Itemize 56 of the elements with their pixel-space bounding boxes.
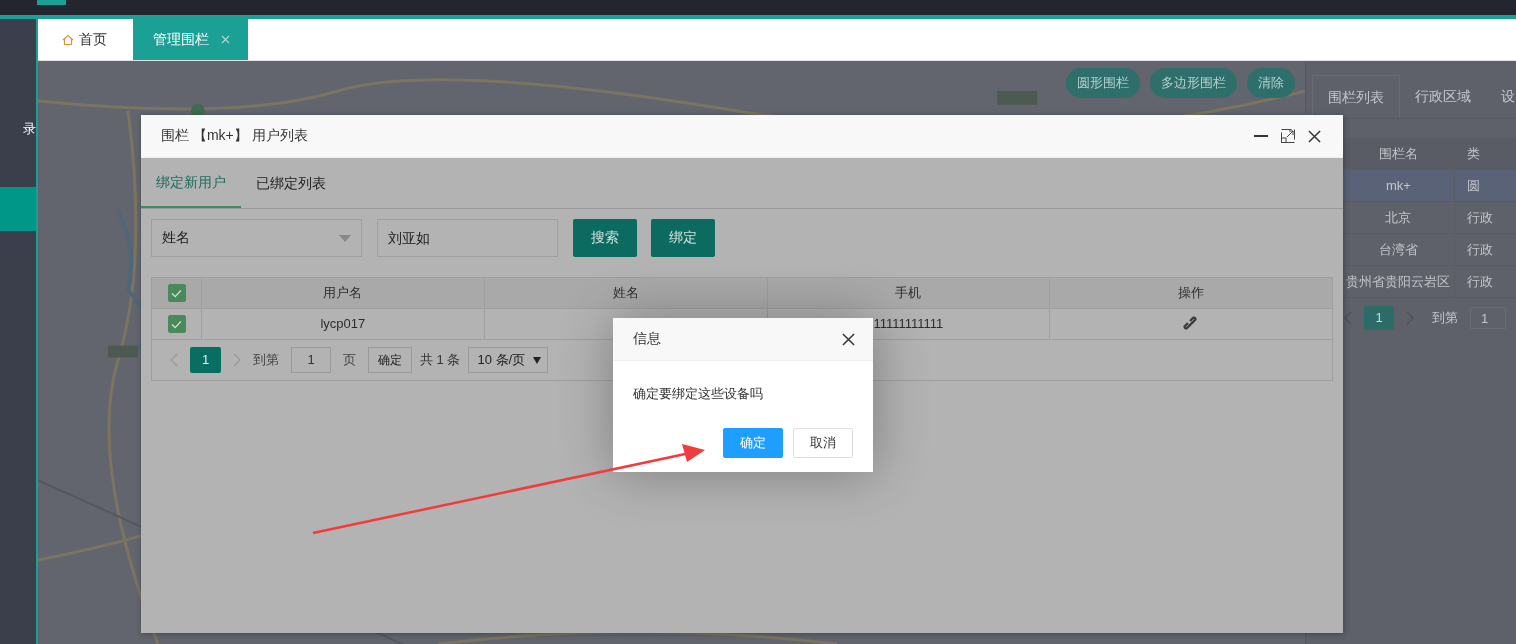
page-input[interactable]: 1 <box>1470 307 1506 329</box>
chevron-right-icon[interactable] <box>233 353 241 367</box>
panel-tab[interactable]: 行政区域 <box>1400 75 1486 118</box>
map-tool-button[interactable]: 清除 <box>1247 68 1295 98</box>
table-cell-text: 行政 <box>1466 209 1494 227</box>
column-header: 类 <box>1466 145 1481 163</box>
table-cell-text: 行政 <box>1466 273 1494 291</box>
chevron-left-icon[interactable] <box>170 353 178 367</box>
table-cell-text: 圆 <box>1466 177 1481 195</box>
page-number[interactable]: 1 <box>1364 306 1394 330</box>
dialog-button[interactable]: 取消 <box>793 428 853 458</box>
goto-label: 到第 <box>253 351 279 369</box>
dialog-message: 确定要绑定这些设备吗 <box>632 385 764 403</box>
panel-tab[interactable]: 设 <box>1486 75 1515 118</box>
table-cell-text: 行政 <box>1466 241 1494 259</box>
checkbox[interactable] <box>167 315 186 333</box>
modal-tab[interactable]: 已绑定列表 <box>241 158 341 208</box>
field-select[interactable]: 姓名 <box>151 219 362 257</box>
page-size-select[interactable]: 10 条/页 <box>468 347 549 373</box>
column-header: 手机 <box>767 278 1051 308</box>
sidebar-item[interactable]: 录 <box>0 119 36 139</box>
dropdown-icon <box>339 234 351 242</box>
column-header: 用户名 <box>202 278 485 308</box>
modal-tab[interactable]: 绑定新用户 <box>141 158 241 208</box>
column-header: 姓名 <box>484 278 768 308</box>
total-count: 共 1 条 <box>420 351 461 369</box>
page-number[interactable]: 1 <box>190 347 221 373</box>
home-icon <box>62 33 74 46</box>
column-header: 操作 <box>1177 284 1206 302</box>
table-cell: lycp017 <box>202 309 485 339</box>
checkbox[interactable] <box>167 284 186 302</box>
panel-tab[interactable]: 围栏列表 <box>1312 75 1400 118</box>
dialog-button[interactable]: 确定 <box>723 428 783 458</box>
search-field[interactable]: 刘亚如 <box>377 219 558 257</box>
page-tab[interactable]: 首页 <box>38 19 133 60</box>
table-row[interactable]: mk+ 圆 <box>1343 170 1516 202</box>
page-tab[interactable]: 管理围栏 <box>133 19 248 60</box>
page-label: 页 <box>343 351 356 369</box>
page-input[interactable]: 1 <box>291 347 331 373</box>
checkmark-icon <box>171 288 182 298</box>
map-tool-button[interactable]: 多边形围栏 <box>1150 68 1237 98</box>
map-tool-button[interactable]: 圆形围栏 <box>1066 68 1140 98</box>
confirm-button[interactable]: 确定 <box>368 347 412 373</box>
modal-title: 围栏 【mk+】 用户列表 <box>161 127 308 145</box>
dialog-title: 信息 <box>633 330 661 348</box>
link-icon[interactable] <box>1183 316 1200 332</box>
checkmark-icon <box>171 319 182 329</box>
close-icon[interactable] <box>842 332 855 346</box>
action-button[interactable]: 绑定 <box>651 219 715 257</box>
goto-label: 到第 <box>1432 309 1458 327</box>
close-icon[interactable] <box>1308 129 1321 143</box>
dropdown-icon <box>533 356 542 364</box>
action-button[interactable]: 搜索 <box>573 219 637 257</box>
maximize-icon[interactable] <box>1281 129 1295 143</box>
menu-tab-marker <box>37 0 66 5</box>
chevron-left-icon[interactable] <box>1344 311 1352 325</box>
